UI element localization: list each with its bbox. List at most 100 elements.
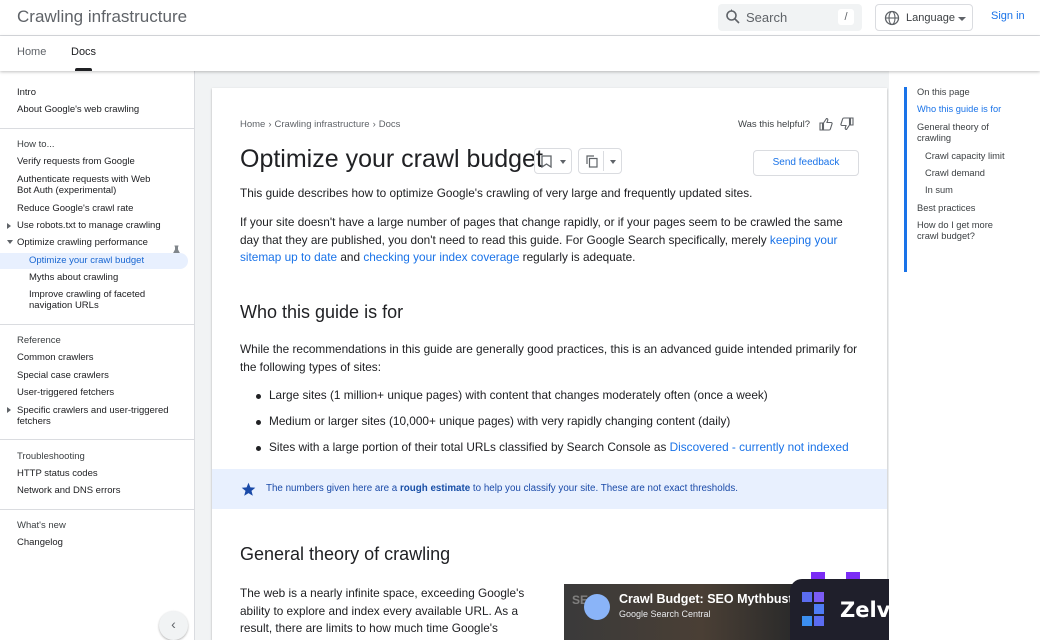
sitemap-paragraph: If your site doesn't have a large number… [240,214,860,267]
sidebar-item-changelog[interactable]: Changelog [17,537,187,548]
language-label: Language [906,12,955,24]
sidebar-item-network-dns[interactable]: Network and DNS errors [17,485,187,496]
search-placeholder: Search [746,10,788,25]
chevron-down-icon [958,17,966,21]
sidebar-item-myths[interactable]: Myths about crawling [29,272,179,283]
search-input[interactable]: Search / [718,4,862,31]
sidebar-item-special-crawlers[interactable]: Special case crawlers [17,370,187,381]
bookmark-icon [541,155,552,168]
toc-item-more-crawl-budget[interactable]: How do I get more crawl budget? [917,220,1007,242]
paragraph-text: regularly is adequate. [519,250,636,264]
theory-paragraph: The web is a nearly infinite space, exce… [240,586,525,635]
audience-paragraph: While the recommendations in this guide … [240,342,858,374]
heading-who-this-guide-is-for: Who this guide is for [240,302,404,322]
video-embed[interactable]: SE Crawl Budget: SEO Mythbustin Google S… [564,584,794,640]
thumbs-up-icon[interactable] [819,117,833,131]
sidebar-heading-how-to: How to... [17,139,55,150]
globe-icon [884,10,900,26]
sidebar-item-optimize-crawling[interactable]: Optimize crawling performance [17,237,187,248]
expand-arrow-icon[interactable] [7,407,11,413]
send-feedback-button[interactable]: Send feedback [753,150,859,176]
list-item-text: Sites with a large portion of their tota… [269,440,670,454]
sidebar-divider [0,509,194,510]
zelvarn-logo-icon [802,592,824,626]
sidebar: Intro About Google's web crawling How to… [0,71,195,640]
breadcrumb-docs[interactable]: Docs [379,119,401,130]
paragraph-text: and [337,250,364,264]
index-coverage-link[interactable]: checking your index coverage [363,250,519,264]
thumbs-down-icon[interactable] [840,117,854,131]
toc-heading: On this page [917,87,970,97]
video-title[interactable]: Crawl Budget: SEO Mythbustin [619,592,794,606]
sidebar-item-http-status[interactable]: HTTP status codes [17,468,187,479]
collapse-sidebar-button[interactable]: ‹ [159,611,188,640]
active-tab-indicator [75,68,92,71]
list-item: Large sites (1 million+ unique pages) wi… [256,388,768,402]
sign-in-link[interactable]: Sign in [991,10,1025,22]
heading-general-theory: General theory of crawling [240,544,451,564]
sidebar-item-robots-txt[interactable]: Use robots.txt to manage crawling [17,220,187,231]
toc-item-best-practices[interactable]: Best practices [917,203,1032,214]
tab-bar: Home Docs [0,36,1040,71]
note-text-part: to help you classify your site. These ar… [470,483,738,494]
tab-home[interactable]: Home [17,46,46,58]
site-title[interactable]: Crawling infrastructure [17,7,187,27]
note-text-part: The numbers given here are a [266,483,400,494]
language-selector[interactable]: Language [875,4,973,31]
helpful-prompt: Was this helpful? [738,119,810,130]
chevron-down-icon [560,160,566,164]
toc-indicator [904,87,907,272]
tab-docs[interactable]: Docs [71,46,96,58]
sidebar-item-intro[interactable]: Intro [17,87,187,98]
sidebar-heading-reference: Reference [17,335,61,346]
discovered-not-indexed-link[interactable]: Discovered - currently not indexed [670,440,849,454]
breadcrumb-crawling-infrastructure[interactable]: Crawling infrastructure [275,119,370,130]
sidebar-item-crawl-budget[interactable]: Optimize your crawl budget [29,255,179,266]
chevron-right-icon: › [372,119,376,130]
sidebar-item-reduce-crawl-rate[interactable]: Reduce Google's crawl rate [17,203,187,214]
chevron-right-icon: › [268,119,272,130]
search-icon [726,9,740,24]
table-of-contents: On this page Who this guide is for Gener… [889,71,1040,640]
list-item: Sites with a large portion of their tota… [256,440,849,454]
copy-icon [586,155,598,168]
sidebar-divider [0,128,194,129]
star-icon [241,482,256,496]
sidebar-item-about[interactable]: About Google's web crawling [17,104,187,115]
search-shortcut-key: / [838,9,854,25]
note-callout: The numbers given here are a rough estim… [212,469,887,509]
sidebar-item-verify-requests[interactable]: Verify requests from Google [17,156,187,167]
toc-item-general-theory[interactable]: General theory of crawling [917,122,1012,144]
sidebar-item-user-triggered[interactable]: User-triggered fetchers [17,387,187,398]
sidebar-heading-troubleshooting: Troubleshooting [17,451,85,462]
copy-button[interactable] [578,148,622,174]
note-emphasis: rough estimate [399,483,471,494]
sidebar-item-web-bot-auth[interactable]: Authenticate requests with Web Bot Auth … [17,174,167,196]
list-item: Medium or larger sites (10,000+ unique p… [255,414,731,428]
paragraph-text: If your site doesn't have a large number… [240,215,843,247]
intro-paragraph: This guide describes how to optimize Goo… [240,186,753,200]
button-divider [603,151,604,171]
sidebar-divider [0,439,194,440]
chevron-down-icon [610,160,616,164]
channel-avatar [584,594,610,620]
bookmark-button[interactable] [534,148,572,174]
toc-item-in-sum[interactable]: In sum [925,185,1040,196]
collapse-arrow-icon[interactable] [7,240,13,244]
video-channel: Google Search Central [619,609,711,619]
sidebar-heading-whats-new: What's new [17,520,66,531]
note-text: The numbers given here are a rough estim… [266,483,738,494]
top-bar: Crawling infrastructure Search / Languag… [0,0,1040,36]
toc-item-crawl-demand[interactable]: Crawl demand [925,168,1040,179]
toc-item-crawl-capacity-limit[interactable]: Crawl capacity limit [925,151,1040,162]
toc-item-who-this-guide-is-for[interactable]: Who this guide is for [917,104,1032,115]
breadcrumb: Home › Crawling infrastructure › Docs [240,119,400,130]
sidebar-item-common-crawlers[interactable]: Common crawlers [17,352,187,363]
sidebar-item-specific-crawlers[interactable]: Specific crawlers and user-triggered fet… [17,405,182,427]
expand-arrow-icon[interactable] [7,223,11,229]
page-title: Optimize your crawl budget [240,145,543,173]
article-card: Home › Crawling infrastructure › Docs Was th… [212,88,887,640]
breadcrumb-home[interactable]: Home [240,119,265,130]
sidebar-item-faceted-navigation[interactable]: Improve crawling of faceted navigation U… [29,289,159,311]
sidebar-divider [0,324,194,325]
